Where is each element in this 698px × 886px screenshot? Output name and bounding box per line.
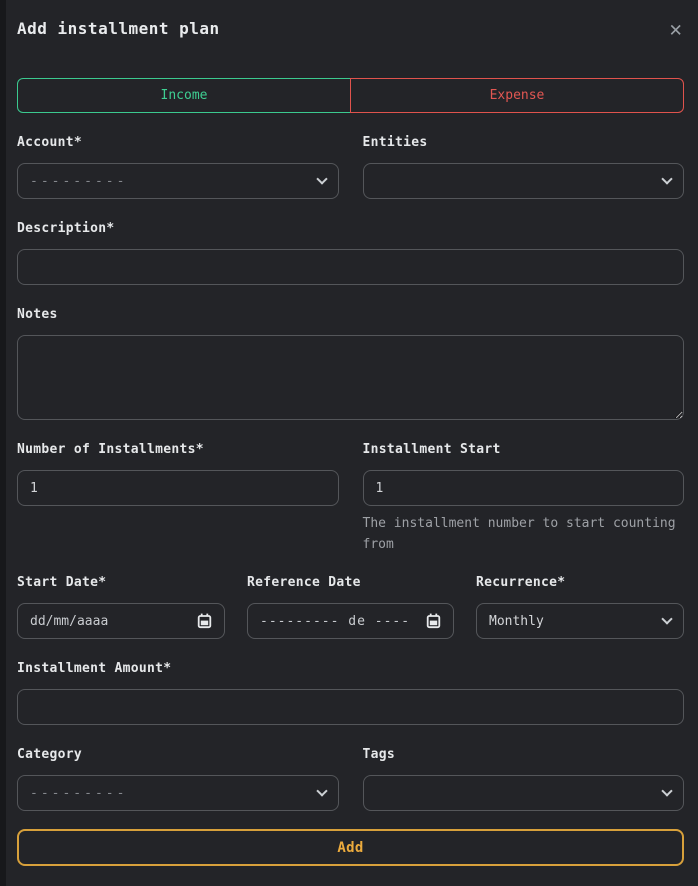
entities-field: Entities [363,135,685,199]
reference-date-picker-button[interactable] [426,613,441,629]
installment-start-field: Installment Start The installment number… [363,442,685,555]
tags-select[interactable] [363,775,685,811]
expense-toggle-label: Expense [490,88,545,103]
chevron-down-icon [316,785,327,796]
expense-toggle-button[interactable]: Expense [350,78,684,113]
notes-field: Notes [17,307,684,420]
number-of-installments-label: Number of Installments* [17,442,339,457]
reference-date-placeholder: --------- de ---- [260,614,410,629]
recurrence-label: Recurrence* [476,575,684,590]
installment-start-helper-text: The installment number to start counting… [363,513,685,555]
reference-date-input[interactable]: --------- de ---- [247,603,454,639]
income-toggle-button[interactable]: Income [17,78,351,113]
category-select[interactable]: --------- [17,775,339,811]
start-date-placeholder: dd/mm/aaaa [30,614,108,629]
tags-field: Tags [363,747,685,811]
account-label: Account* [17,135,339,150]
reference-date-label: Reference Date [247,575,454,590]
transaction-type-toggle: Income Expense [17,78,684,113]
installment-amount-input[interactable] [17,689,684,725]
chevron-down-icon [661,173,672,184]
add-button[interactable]: Add [17,829,684,866]
number-of-installments-input[interactable] [17,470,339,506]
entities-label: Entities [363,135,685,150]
chevron-down-icon [661,785,672,796]
modal-title: Add installment plan [17,19,220,38]
description-input[interactable] [17,249,684,285]
account-field: Account* --------- [17,135,339,199]
installment-start-input[interactable] [363,470,685,506]
category-field: Category --------- [17,747,339,811]
reference-date-field: Reference Date --------- de ---- [247,575,454,639]
start-date-picker-button[interactable] [197,613,212,629]
close-icon: ✕ [669,17,682,41]
close-button[interactable]: ✕ [667,19,684,40]
installment-start-label: Installment Start [363,442,685,457]
start-date-input[interactable]: dd/mm/aaaa [17,603,225,639]
account-select[interactable]: --------- [17,163,339,199]
recurrence-select[interactable]: Monthly [476,603,684,639]
notes-textarea[interactable] [17,335,684,420]
calendar-icon [426,613,441,629]
start-date-label: Start Date* [17,575,225,590]
tags-label: Tags [363,747,685,762]
income-toggle-label: Income [161,88,208,103]
description-field: Description* [17,221,684,285]
chevron-down-icon [661,613,672,624]
description-label: Description* [17,221,684,236]
recurrence-field: Recurrence* Monthly [476,575,684,639]
number-of-installments-field: Number of Installments* [17,442,339,506]
add-installment-plan-modal: Add installment plan ✕ Income Expense Ac… [6,0,698,886]
category-label: Category [17,747,339,762]
installment-amount-label: Installment Amount* [17,661,684,676]
category-selected-value: --------- [30,786,127,801]
recurrence-selected-value: Monthly [489,614,544,629]
start-date-field: Start Date* dd/mm/aaaa [17,575,225,639]
installment-amount-field: Installment Amount* [17,661,684,725]
calendar-icon [197,613,212,629]
account-selected-value: --------- [30,174,127,189]
notes-label: Notes [17,307,684,322]
chevron-down-icon [316,173,327,184]
modal-header: Add installment plan ✕ [17,0,684,40]
backdrop-edge [0,0,6,886]
entities-select[interactable] [363,163,685,199]
